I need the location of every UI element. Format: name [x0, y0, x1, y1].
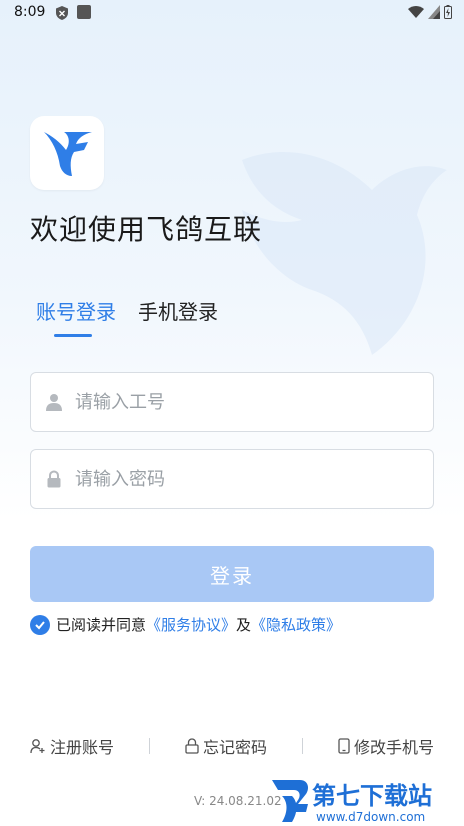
wifi-icon [408, 6, 424, 18]
check-icon [35, 620, 45, 629]
user-icon [46, 394, 62, 411]
site-watermark: 第七下载站 www.d7down.com [272, 780, 432, 824]
register-link[interactable]: 注册账号 [30, 734, 114, 758]
agreement-and: 及 [236, 616, 252, 634]
privacy-link[interactable]: 《隐私政策》 [251, 614, 341, 635]
notification-icon [77, 5, 91, 19]
terms-link[interactable]: 《服务协议》 [146, 614, 236, 635]
signal-icon [428, 5, 440, 19]
login-button[interactable]: 登录 [30, 546, 434, 602]
app-logo [30, 116, 104, 190]
register-label: 注册账号 [50, 738, 115, 757]
username-input[interactable] [75, 391, 395, 413]
tab-phone-login[interactable]: 手机登录 [138, 296, 218, 325]
login-tabs: 账号登录 手机登录 [36, 296, 218, 325]
phone-icon [338, 738, 350, 754]
lock-icon [185, 738, 199, 754]
watermark-brand: 第七下载站 [312, 782, 432, 810]
add-user-icon [30, 739, 45, 754]
status-icons [408, 5, 452, 19]
agree-checkbox[interactable] [30, 614, 50, 635]
watermark-url: www.d7down.com [316, 810, 425, 824]
divider [149, 738, 150, 754]
status-bar: 8:09 [0, 0, 464, 28]
divider [301, 738, 303, 754]
agreement-prefix: 已阅读并同意 [56, 616, 147, 634]
bottom-links: 注册账号 忘记密码 修改手机号 [30, 734, 434, 758]
lock-icon [47, 470, 61, 488]
feige-logo-icon [44, 132, 92, 176]
change-phone-label: 修改手机号 [353, 738, 434, 757]
tab-account-login[interactable]: 账号登录 [36, 296, 116, 325]
shield-icon [56, 6, 68, 20]
change-phone-link[interactable]: 修改手机号 [338, 734, 434, 758]
page-title: 欢迎使用飞鸽互联 [30, 213, 263, 246]
forgot-password-label: 忘记密码 [202, 738, 267, 757]
battery-icon [444, 5, 452, 19]
active-tab-indicator [54, 334, 92, 337]
status-time: 8:09 [14, 4, 46, 20]
agreement-row: 已阅读并同意 《服务协议》 及 《隐私政策》 [30, 614, 341, 635]
username-field[interactable] [30, 372, 434, 432]
forgot-password-link[interactable]: 忘记密码 [185, 734, 267, 758]
password-input[interactable] [75, 468, 395, 490]
password-field[interactable] [30, 449, 434, 509]
